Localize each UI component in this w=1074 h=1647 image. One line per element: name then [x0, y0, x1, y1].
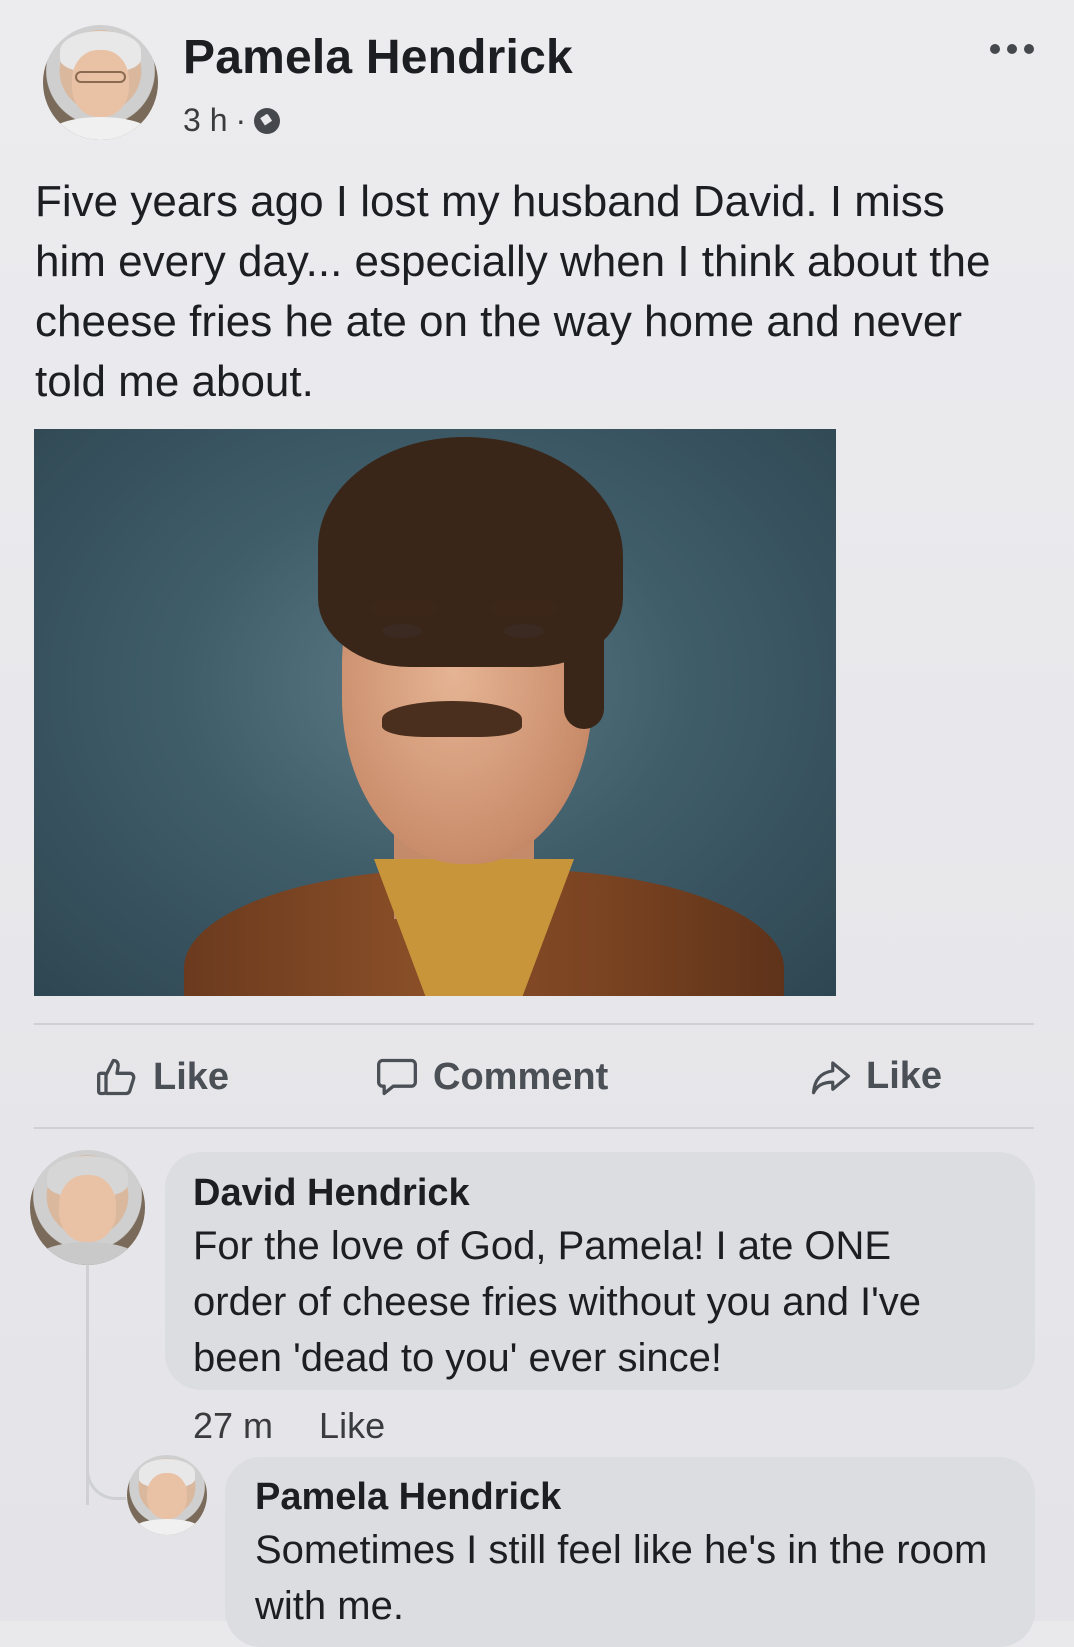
comment-label: Comment	[433, 1055, 609, 1098]
comment-author[interactable]: David Hendrick	[193, 1172, 470, 1215]
globe-icon	[254, 107, 281, 134]
reply-text: Sometimes I still feel like he's in the …	[255, 1528, 988, 1628]
comment-like-button[interactable]: Like	[319, 1405, 385, 1447]
comment-meta: 27 m Like	[193, 1405, 385, 1447]
thread-connector	[86, 1460, 126, 1500]
comment-text: For the love of God, Pamela! I ate ONE o…	[193, 1224, 922, 1380]
post-meta: 3 h ·	[183, 102, 281, 139]
post-card: Pamela Hendrick 3 h · Five years ago I l…	[0, 0, 1074, 1647]
post-time[interactable]: 3 h	[183, 102, 227, 139]
post-text: Five years ago I lost my husband David. …	[35, 177, 991, 406]
like-button[interactable]: Like	[95, 1055, 229, 1099]
post-photo[interactable]	[34, 429, 836, 996]
reply-avatar[interactable]	[127, 1455, 207, 1535]
more-options-icon[interactable]	[990, 44, 1034, 54]
share-label: Like	[866, 1055, 943, 1097]
like-icon	[97, 1058, 136, 1096]
commenter-avatar[interactable]	[30, 1150, 145, 1265]
divider	[34, 1127, 1034, 1129]
divider	[34, 1023, 1034, 1025]
comment-time[interactable]: 27 m	[193, 1405, 273, 1447]
post-author-name[interactable]: Pamela Hendrick	[183, 30, 573, 85]
like-label: Like	[153, 1055, 230, 1098]
share-icon	[811, 1060, 851, 1094]
comment-button[interactable]: Comment	[375, 1055, 608, 1099]
author-avatar[interactable]	[43, 25, 158, 140]
reply-author[interactable]: Pamela Hendrick	[255, 1476, 561, 1519]
share-button[interactable]: Like	[810, 1055, 942, 1098]
comment-icon	[377, 1058, 417, 1096]
meta-separator: ·	[235, 102, 247, 138]
